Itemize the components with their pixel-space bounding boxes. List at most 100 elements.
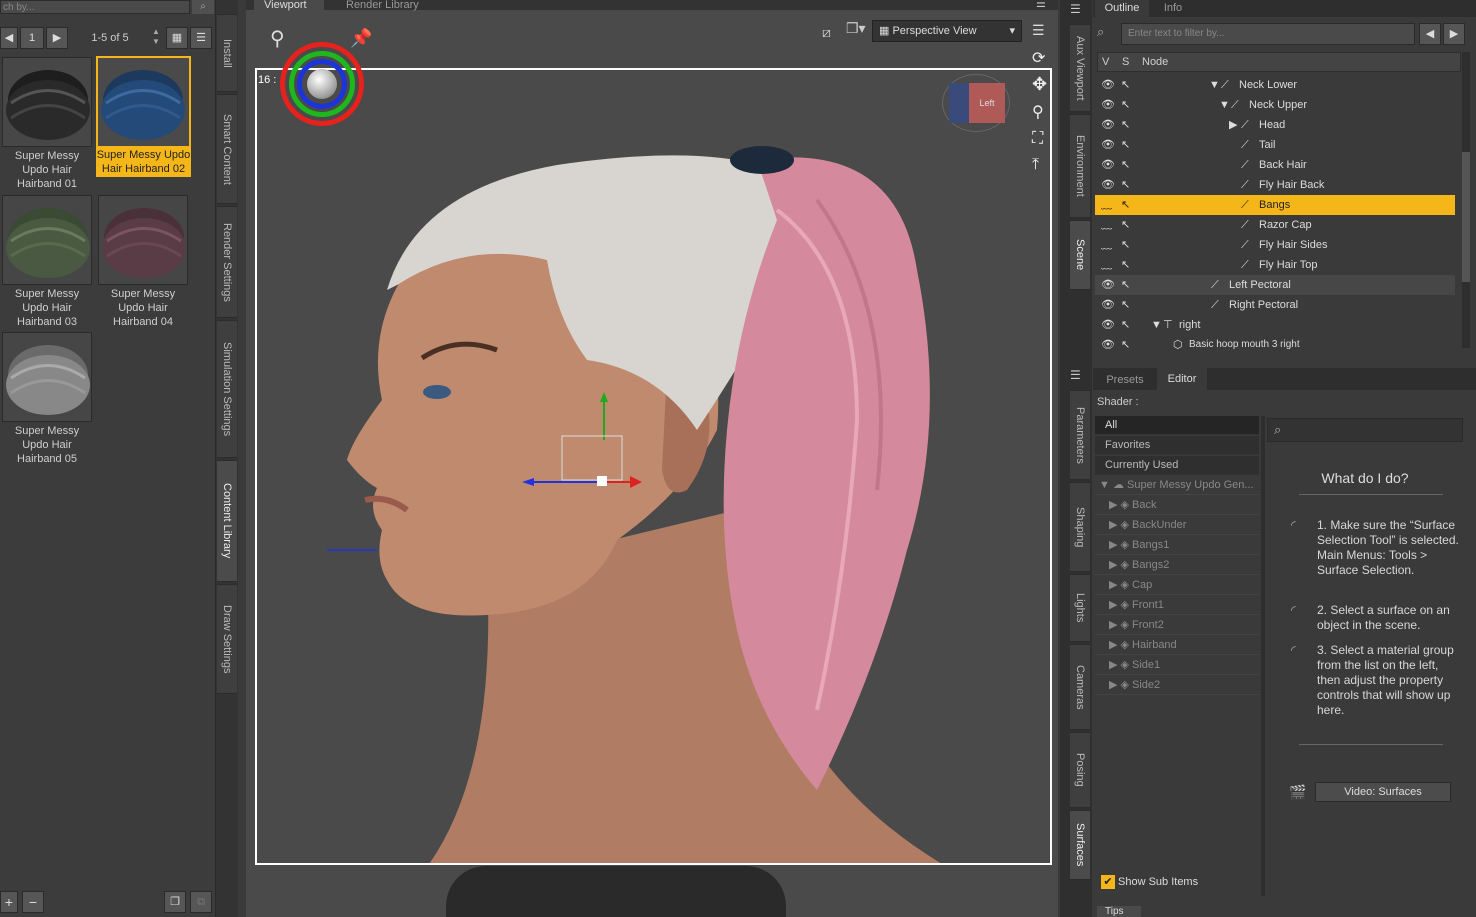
- node-row[interactable]: 👁 ↖ ⟋ Fly Hair Back: [1095, 175, 1455, 195]
- eye-closed-icon[interactable]: ﹏: [1101, 195, 1112, 215]
- eye-icon[interactable]: 👁: [1101, 135, 1115, 155]
- tab-lights[interactable]: Lights: [1070, 574, 1090, 642]
- tab-viewport[interactable]: Viewport: [254, 0, 324, 11]
- tab-info[interactable]: Info: [1153, 0, 1193, 17]
- expand-icon[interactable]: ▼: [1099, 479, 1113, 491]
- node-row[interactable]: ﹏ ↖ ⟋ Fly Hair Top: [1095, 255, 1455, 275]
- tab-cameras[interactable]: Cameras: [1070, 644, 1090, 730]
- eye-closed-icon[interactable]: ﹏: [1101, 215, 1112, 235]
- panel-menu-icon[interactable]: ☰: [1070, 2, 1081, 16]
- tab-shaping[interactable]: Shaping: [1070, 482, 1090, 572]
- tab-environment[interactable]: Environment: [1070, 114, 1090, 218]
- tab-tips[interactable]: Tips: [1097, 906, 1141, 917]
- tab-install[interactable]: Install: [217, 14, 237, 92]
- node-row[interactable]: 👁 ↖ ▼ ⟋ Neck Upper: [1095, 95, 1455, 115]
- panel-menu-icon[interactable]: ☰: [1036, 0, 1046, 10]
- select-icon[interactable]: ↖: [1121, 95, 1130, 115]
- tab-render-library[interactable]: Render Library: [336, 0, 436, 11]
- range-stepper[interactable]: ▲ ▼: [152, 27, 162, 49]
- copy-icon[interactable]: ❐: [164, 891, 186, 913]
- surface-item[interactable]: ▶ ◈ Back: [1095, 496, 1259, 515]
- node-row[interactable]: 👁 ↖ ▶ ⟋ Head: [1095, 115, 1455, 135]
- surface-item[interactable]: ▶ ◈ Front1: [1095, 596, 1259, 615]
- node-row[interactable]: 👁 ↖ ⟋ Back Hair: [1095, 155, 1455, 175]
- select-icon[interactable]: ↖: [1121, 235, 1130, 255]
- tab-editor[interactable]: Editor: [1157, 368, 1207, 390]
- forward-arrow-icon[interactable]: ▶: [1443, 23, 1465, 45]
- view-cube[interactable]: Left: [942, 74, 1010, 132]
- node-row[interactable]: ﹏ ↖ ⟋ Fly Hair Sides: [1095, 235, 1455, 255]
- splitter[interactable]: [1261, 416, 1265, 896]
- select-icon[interactable]: ↖: [1121, 135, 1130, 155]
- page-number-field[interactable]: 1: [20, 27, 44, 49]
- library-item[interactable]: Super Messy Updo Hair Hairband 03: [2, 195, 92, 329]
- delete-icon[interactable]: ⧉: [190, 891, 212, 913]
- property-filter-input[interactable]: ⌕: [1267, 418, 1463, 442]
- tab-simulation-settings[interactable]: Simulation Settings: [217, 320, 237, 458]
- zoom-icon[interactable]: ⚲: [1032, 102, 1044, 122]
- library-item-selected[interactable]: Super Messy Updo Hair Hairband 02: [96, 56, 191, 177]
- surface-item[interactable]: ▶ ◈ Side2: [1095, 676, 1259, 695]
- select-icon[interactable]: ↖: [1121, 175, 1130, 195]
- grid-view-icon[interactable]: ▦: [166, 27, 188, 49]
- show-sub-items-checkbox[interactable]: ✔: [1101, 875, 1115, 889]
- cube-icon[interactable]: ❒▾: [846, 20, 866, 37]
- select-icon[interactable]: ↖: [1121, 275, 1130, 295]
- viewport-menu-icon[interactable]: ☰: [1032, 22, 1045, 39]
- tab-posing[interactable]: Posing: [1070, 732, 1090, 808]
- outline-filter-input[interactable]: Enter text to filter by...: [1121, 23, 1415, 45]
- node-row-selected[interactable]: ﹏ ↖ ⟋ Bangs: [1095, 195, 1455, 215]
- eye-icon[interactable]: 👁: [1101, 315, 1115, 335]
- tab-smart-content[interactable]: Smart Content: [217, 94, 237, 204]
- outline-scrollbar[interactable]: [1462, 52, 1470, 348]
- surface-item[interactable]: ▶ ◈ Cap: [1095, 576, 1259, 595]
- library-search-input[interactable]: ch by...: [0, 0, 190, 14]
- surface-item[interactable]: ▶ ◈ BackUnder: [1095, 516, 1259, 535]
- next-page-button[interactable]: ▶: [46, 27, 68, 49]
- list-view-icon[interactable]: ☰: [190, 27, 212, 49]
- library-item[interactable]: Super Messy Updo Hair Hairband 01: [2, 57, 92, 191]
- eye-icon[interactable]: 👁: [1101, 115, 1115, 135]
- video-surfaces-button[interactable]: Video: Surfaces: [1315, 782, 1451, 802]
- tab-render-settings[interactable]: Render Settings: [217, 206, 237, 318]
- panel-menu-icon-lower[interactable]: ☰: [1070, 368, 1081, 382]
- eye-icon[interactable]: 👁: [1101, 155, 1115, 175]
- tab-aux-viewport[interactable]: Aux Viewport: [1070, 24, 1090, 112]
- surface-item[interactable]: ▶ ◈ Bangs1: [1095, 536, 1259, 555]
- eye-icon[interactable]: 👁: [1101, 95, 1115, 115]
- figure-tool-icon[interactable]: ⚲: [270, 26, 285, 51]
- tab-parameters[interactable]: Parameters: [1070, 390, 1090, 480]
- surface-item[interactable]: ▶ ◈ Bangs2: [1095, 556, 1259, 575]
- filter-currently-used[interactable]: Currently Used: [1095, 456, 1259, 475]
- node-row[interactable]: 👁 ↖ ▼ ⟋ Neck Lower: [1095, 75, 1455, 95]
- select-icon[interactable]: ↖: [1121, 75, 1130, 95]
- surface-group[interactable]: ▼ ☁ Super Messy Updo Gen...: [1095, 476, 1259, 495]
- reset-view-icon[interactable]: ⤒: [1032, 156, 1039, 174]
- tab-scene[interactable]: Scene: [1070, 220, 1090, 290]
- tab-outline[interactable]: Outline: [1095, 0, 1149, 17]
- node-row[interactable]: 👁 ↖ ⟋ Tail: [1095, 135, 1455, 155]
- select-icon[interactable]: ↖: [1121, 115, 1130, 135]
- tab-content-library[interactable]: Content Library: [217, 460, 237, 582]
- select-icon[interactable]: ↖: [1121, 335, 1130, 351]
- remove-button[interactable]: −: [22, 891, 44, 913]
- node-row[interactable]: 👁 ↖ ⟋ Right Pectoral: [1095, 295, 1455, 315]
- pin-icon[interactable]: 📌: [350, 28, 372, 49]
- select-icon[interactable]: ↖: [1121, 195, 1130, 215]
- eye-icon[interactable]: 👁: [1101, 275, 1115, 295]
- filter-favorites[interactable]: Favorites: [1095, 436, 1259, 455]
- pan-icon[interactable]: ✥: [1032, 74, 1047, 95]
- search-icon[interactable]: ⌕: [192, 0, 214, 14]
- view-mode-dropdown[interactable]: ▦ Perspective View ▾: [872, 20, 1022, 42]
- surface-item[interactable]: ▶ ◈ Side1: [1095, 656, 1259, 675]
- eye-icon[interactable]: 👁: [1101, 295, 1115, 315]
- tab-presets[interactable]: Presets: [1097, 370, 1153, 390]
- node-row[interactable]: ﹏ ↖ ⟋ Razor Cap: [1095, 215, 1455, 235]
- surface-item[interactable]: ▶ ◈ Hairband: [1095, 636, 1259, 655]
- prev-page-button[interactable]: ◀: [0, 27, 18, 49]
- surface-item[interactable]: ▶ ◈ Front2: [1095, 616, 1259, 635]
- eye-closed-icon[interactable]: ﹏: [1101, 255, 1112, 275]
- select-icon[interactable]: ↖: [1121, 215, 1130, 235]
- render-frame-icon[interactable]: ⧄: [822, 24, 831, 41]
- node-row[interactable]: 👁 ↖ ⬡ Basic hoop mouth 3 right: [1095, 335, 1455, 351]
